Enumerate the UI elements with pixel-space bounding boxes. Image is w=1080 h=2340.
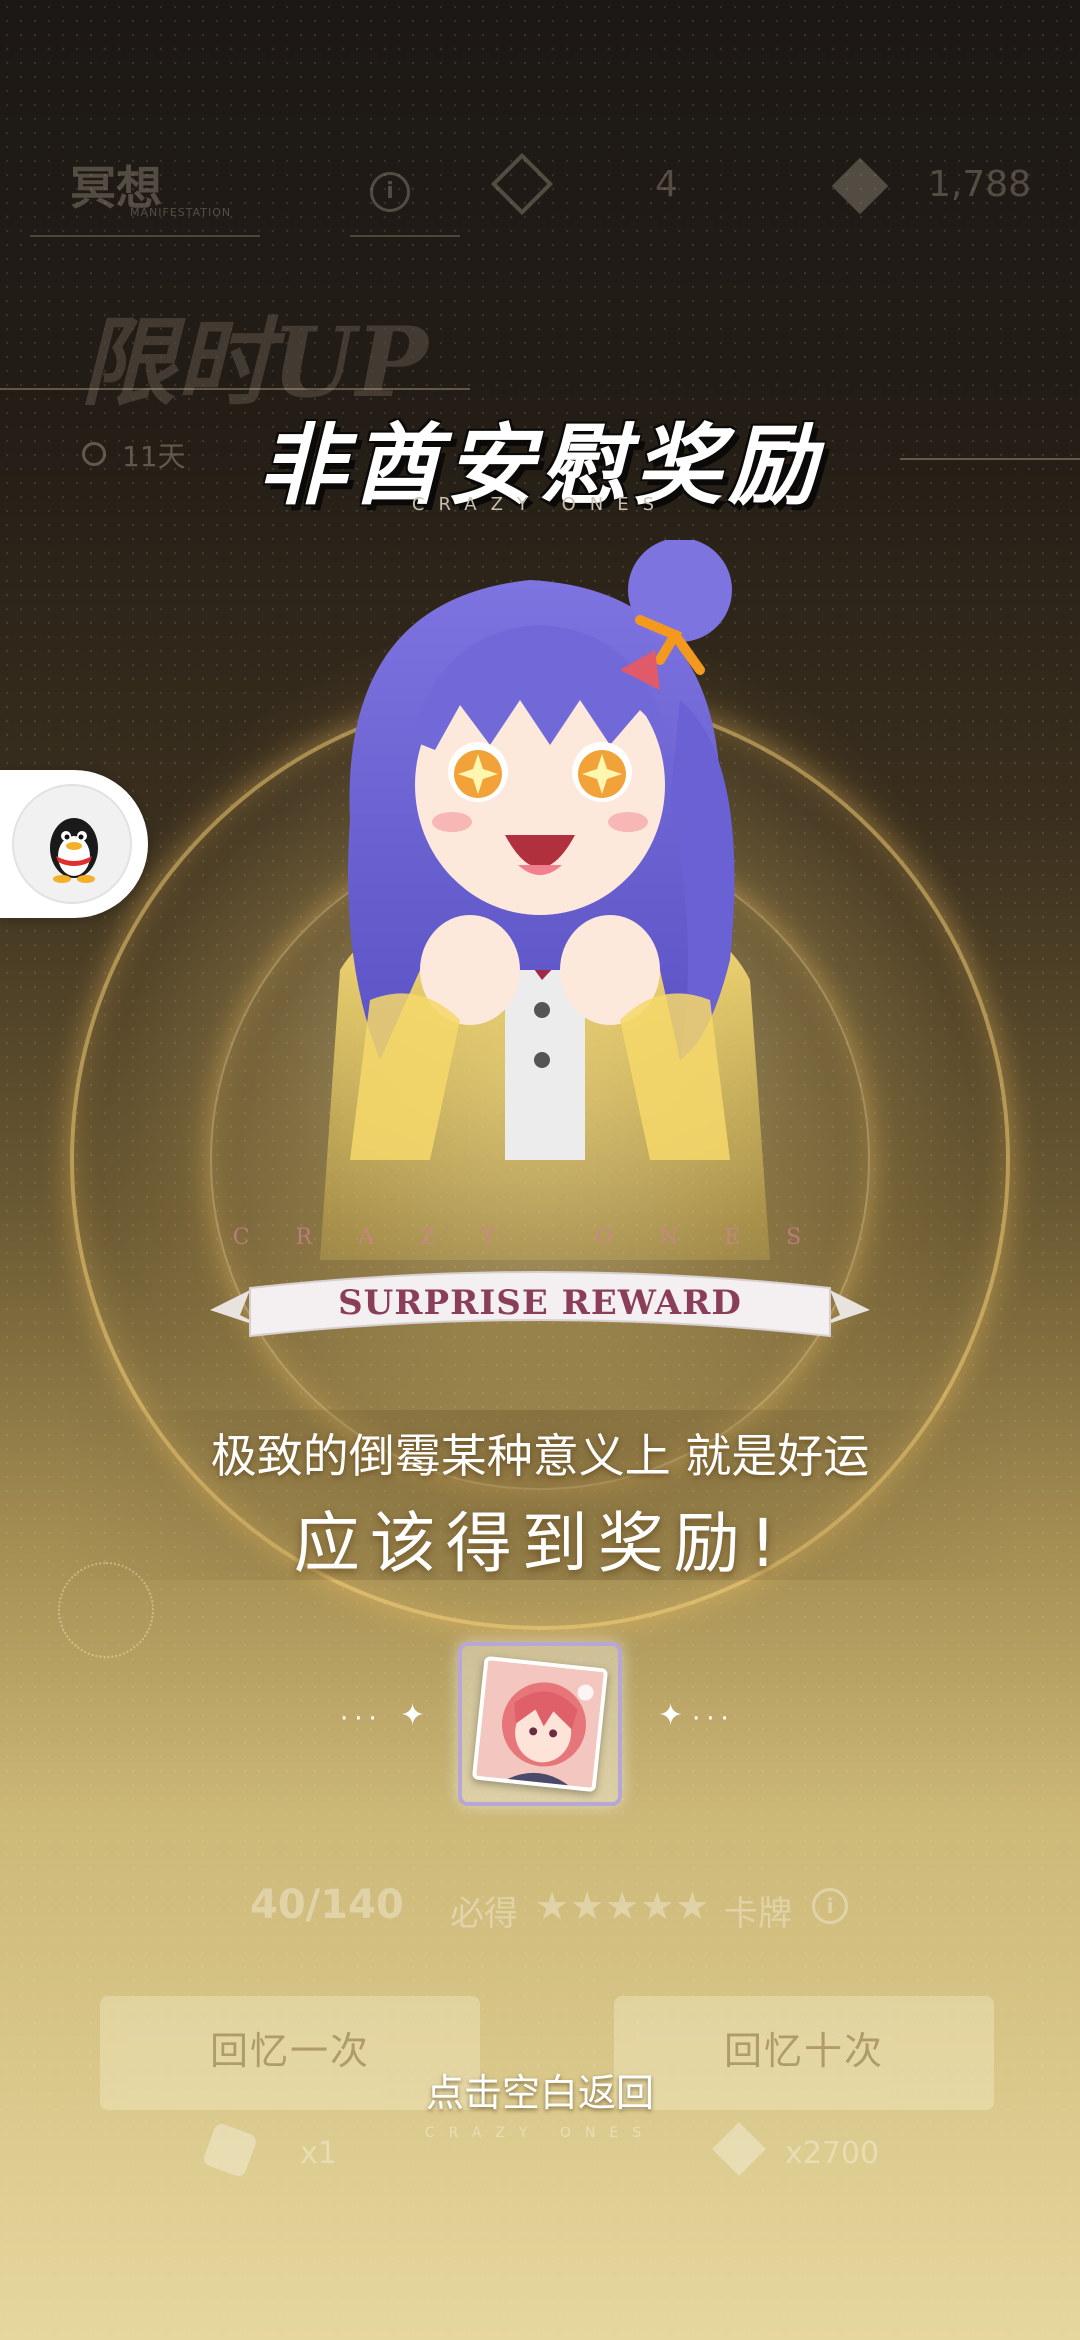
crystal-icon (490, 152, 554, 216)
brand-small-text: CRAZY ONES (424, 2125, 656, 2141)
cost-ten: x2700 (785, 2136, 880, 2171)
pull-count: 40/140 (250, 1882, 404, 1928)
star-rating-icon: ★★★★★ (535, 1884, 711, 1928)
banner-line-left (0, 388, 470, 390)
reward-card[interactable] (458, 1642, 622, 1806)
caption-line-2: 应该得到奖励! (293, 1505, 787, 1582)
diamond-icon (831, 157, 889, 215)
info-icon: i (812, 1888, 848, 1924)
reward-card-art (471, 1655, 609, 1793)
info-icon: i (370, 172, 410, 212)
sparkle-dots-right: ··· (692, 1704, 735, 1734)
sparkle-right-icon: ✦ (658, 1698, 684, 1733)
cost-single: x1 (300, 2136, 337, 2171)
background-header: 冥想 MANIFESTATION i 4 1,788 (30, 140, 1050, 250)
qq-penguin-icon (12, 784, 132, 904)
caption-line-1: 极致的倒霉某种意义上 就是好运 (210, 1429, 870, 1483)
sparkle-left-icon: ✦ (400, 1698, 426, 1733)
sparkle-dots-left: ··· (340, 1704, 383, 1734)
crystal-count: 4 (655, 164, 678, 205)
title-subtitle: CRAZY ONES (411, 494, 669, 515)
header-divider-2 (350, 235, 460, 237)
guarantee-label: 必得 (450, 1894, 518, 1934)
diamond-count: 1,788 (928, 164, 1032, 205)
ribbon-label: SURPRISE REWARD (338, 1283, 742, 1323)
tap-to-return-hint[interactable]: 点击空白返回 (0, 2062, 1080, 2117)
ribbon-arc-text: CRAZY ONES (232, 1225, 848, 1250)
qq-float-button[interactable] (0, 770, 148, 918)
logo-subtitle: MANIFESTATION (130, 206, 232, 219)
card-word: 卡牌 (724, 1894, 792, 1934)
character-illustration (320, 540, 770, 1260)
header-divider (30, 235, 260, 237)
